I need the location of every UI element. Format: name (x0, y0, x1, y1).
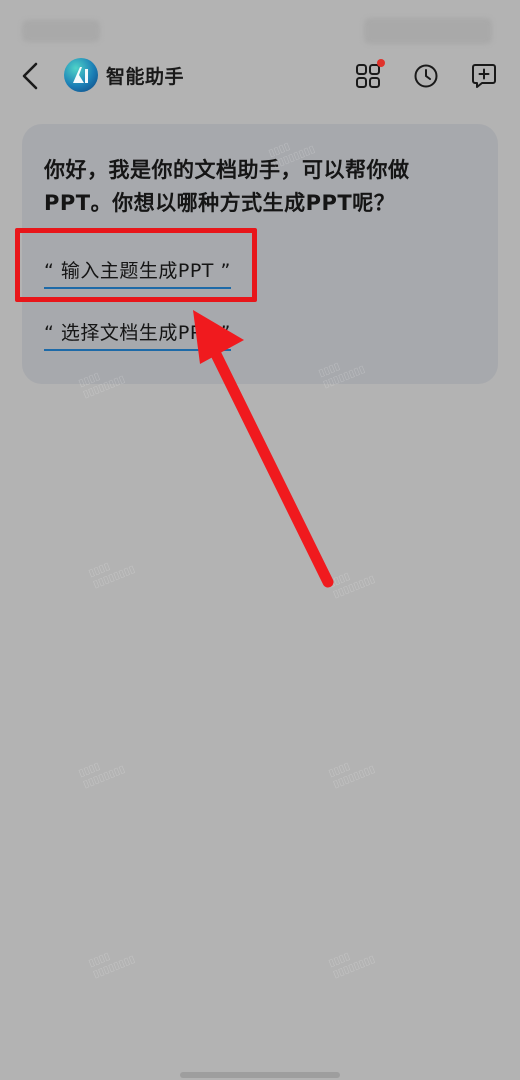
apps-button[interactable] (352, 59, 385, 92)
plus-chat-icon (472, 64, 496, 88)
ai-logo-icon (73, 67, 88, 83)
home-indicator (180, 1072, 340, 1078)
back-button[interactable] (12, 56, 48, 96)
greeting-text: 你好，我是你的文档助手，可以帮你做PPT。你想以哪种方式生成PPT呢？ (44, 158, 410, 215)
top-nav-bar: 智能助手 (0, 50, 520, 102)
watermark: ▯▯▯▯ ▯▯▯▯▯▯▯▯ (87, 950, 137, 981)
annotation-highlight-box (15, 228, 257, 302)
watermark: ▯▯▯▯ ▯▯▯▯▯▯▯▯ (87, 560, 137, 591)
status-time-blurred (22, 20, 100, 42)
status-bar (0, 0, 520, 50)
option-generate-by-document[interactable]: “ 选择文档生成PPT ” (44, 318, 231, 351)
assistant-logo (64, 58, 98, 92)
watermark: ▯▯▯▯ ▯▯▯▯▯▯▯▯ (327, 950, 377, 981)
status-icons-blurred (364, 18, 492, 44)
watermark: ▯▯▯▯ ▯▯▯▯▯▯▯▯ (77, 760, 127, 791)
chevron-left-icon (22, 62, 38, 90)
notification-dot (377, 59, 385, 67)
grid-icon (356, 64, 380, 88)
watermark: ▯▯▯▯ ▯▯▯▯▯▯▯▯ (327, 760, 377, 791)
history-button[interactable] (410, 60, 442, 92)
watermark: ▯▯▯▯ ▯▯▯▯▯▯▯▯ (327, 570, 377, 601)
app-title: 智能助手 (106, 66, 185, 88)
new-chat-button[interactable] (468, 60, 500, 92)
clock-icon (414, 64, 438, 88)
